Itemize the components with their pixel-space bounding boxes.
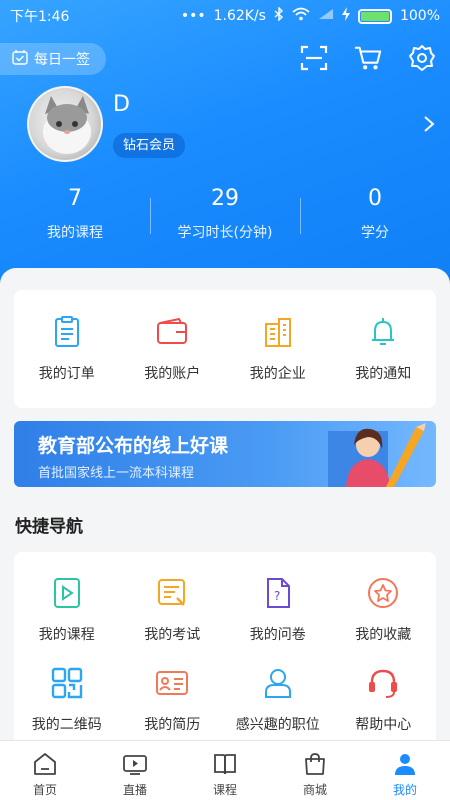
company-icon xyxy=(261,315,295,349)
stat-study-time[interactable]: 29 学习时长(分钟) xyxy=(150,186,300,242)
person-icon xyxy=(261,666,295,700)
profile-icon xyxy=(392,751,418,777)
headset-icon xyxy=(366,666,400,700)
stat-courses[interactable]: 7 我的课程 xyxy=(0,186,150,242)
checkin-label: 每日一签 xyxy=(34,52,90,68)
interested-jobs-button[interactable]: 感兴趣的职位 xyxy=(225,666,331,734)
promo-banner[interactable]: 教育部公布的线上好课 首批国家线上一流本科课程 xyxy=(14,421,436,487)
battery-level: 100% xyxy=(399,8,440,24)
nav-label: 感兴趣的职位 xyxy=(235,717,320,733)
home-icon xyxy=(32,751,58,777)
bottom-tab-bar: 首页 直播 课程 商城 我的 xyxy=(0,740,450,800)
stat-label: 学习时长(分钟) xyxy=(177,225,273,241)
member-badge[interactable]: 钻石会员 xyxy=(113,133,186,158)
my-resume-button[interactable]: 我的简历 xyxy=(120,666,226,734)
network-speed: 1.62K/s xyxy=(213,8,266,24)
user-name: D xyxy=(113,92,130,117)
nav-label: 我的二维码 xyxy=(31,717,102,733)
stat-label: 我的课程 xyxy=(47,225,103,241)
svg-text:?: ? xyxy=(274,589,280,603)
stat-value: 7 xyxy=(68,186,82,211)
action-label: 我的账户 xyxy=(144,366,201,382)
stat-label: 学分 xyxy=(361,225,389,241)
qrcode-icon xyxy=(50,666,84,700)
my-courses-button[interactable]: 我的课程 xyxy=(14,576,120,644)
daily-checkin-button[interactable]: 每日一签 xyxy=(0,43,106,75)
tab-live[interactable]: 直播 xyxy=(90,741,180,800)
book-icon xyxy=(212,751,238,777)
my-exams-button[interactable]: 我的考试 xyxy=(120,576,226,644)
tab-mall[interactable]: 商城 xyxy=(270,741,360,800)
survey-icon: ? xyxy=(261,576,295,610)
stats-row: 7 我的课程 29 学习时长(分钟) 0 学分 xyxy=(0,186,450,242)
company-button[interactable]: 我的企业 xyxy=(225,315,331,383)
stat-credits[interactable]: 0 学分 xyxy=(300,186,450,242)
tab-label: 课程 xyxy=(212,783,237,797)
nav-label: 我的收藏 xyxy=(355,627,412,643)
orders-button[interactable]: 我的订单 xyxy=(14,315,120,383)
avatar[interactable] xyxy=(27,86,103,162)
tab-courses[interactable]: 课程 xyxy=(180,741,270,800)
notifications-button[interactable]: 我的通知 xyxy=(331,315,437,383)
course-play-icon xyxy=(50,576,84,610)
tab-label: 首页 xyxy=(32,783,57,797)
scan-icon[interactable] xyxy=(300,44,328,72)
banner-subtitle: 首批国家线上一流本科课程 xyxy=(38,466,195,481)
quick-actions-card: 我的订单 我的账户 我的企业 我的通知 xyxy=(14,290,436,408)
order-icon xyxy=(50,315,84,349)
my-surveys-button[interactable]: ? 我的问卷 xyxy=(225,576,331,644)
header-actions xyxy=(300,44,436,72)
wallet-icon xyxy=(155,315,189,349)
status-time: 下午1:46 xyxy=(10,9,70,25)
nav-label: 我的考试 xyxy=(144,627,201,643)
tab-label: 直播 xyxy=(122,783,147,797)
teacher-illustration xyxy=(328,421,428,487)
nav-label: 帮助中心 xyxy=(355,717,412,733)
nav-label: 我的课程 xyxy=(38,627,95,643)
gear-icon[interactable] xyxy=(408,44,436,72)
chevron-right-icon[interactable] xyxy=(422,114,436,134)
banner-title: 教育部公布的线上好课 xyxy=(38,435,229,457)
quick-nav-title: 快捷导航 xyxy=(15,517,83,537)
action-label: 我的企业 xyxy=(249,366,306,382)
nav-label: 我的问卷 xyxy=(249,627,306,643)
signal-icon xyxy=(318,8,334,24)
action-label: 我的订单 xyxy=(38,366,95,382)
tab-mine[interactable]: 我的 xyxy=(360,741,450,800)
star-icon xyxy=(366,576,400,610)
help-center-button[interactable]: 帮助中心 xyxy=(331,666,437,734)
action-label: 我的通知 xyxy=(355,366,412,382)
charging-icon xyxy=(341,7,350,25)
quick-nav-card: 我的课程 我的考试 ? 我的问卷 我的收藏 我的二维码 我的简历 感兴趣的职位 … xyxy=(14,552,436,752)
tab-home[interactable]: 首页 xyxy=(0,741,90,800)
tab-label: 我的 xyxy=(392,783,417,797)
battery-icon xyxy=(357,8,392,24)
stat-value: 0 xyxy=(368,186,382,211)
my-favorites-button[interactable]: 我的收藏 xyxy=(331,576,437,644)
tab-label: 商城 xyxy=(302,783,327,797)
status-bar: 下午1:46 ••• 1.62K/s 100% xyxy=(0,0,450,32)
bluetooth-icon xyxy=(274,6,284,25)
cart-icon[interactable] xyxy=(354,44,382,72)
wifi-icon xyxy=(292,7,310,25)
account-button[interactable]: 我的账户 xyxy=(120,315,226,383)
my-qrcode-button[interactable]: 我的二维码 xyxy=(14,666,120,734)
bag-icon xyxy=(302,751,328,777)
stat-value: 29 xyxy=(211,186,239,211)
calendar-check-icon xyxy=(12,49,28,69)
bell-icon xyxy=(366,315,400,349)
live-icon xyxy=(122,751,148,777)
resume-icon xyxy=(155,666,189,700)
exam-icon xyxy=(155,576,189,610)
nav-label: 我的简历 xyxy=(144,717,201,733)
more-dots-icon: ••• xyxy=(180,8,206,24)
